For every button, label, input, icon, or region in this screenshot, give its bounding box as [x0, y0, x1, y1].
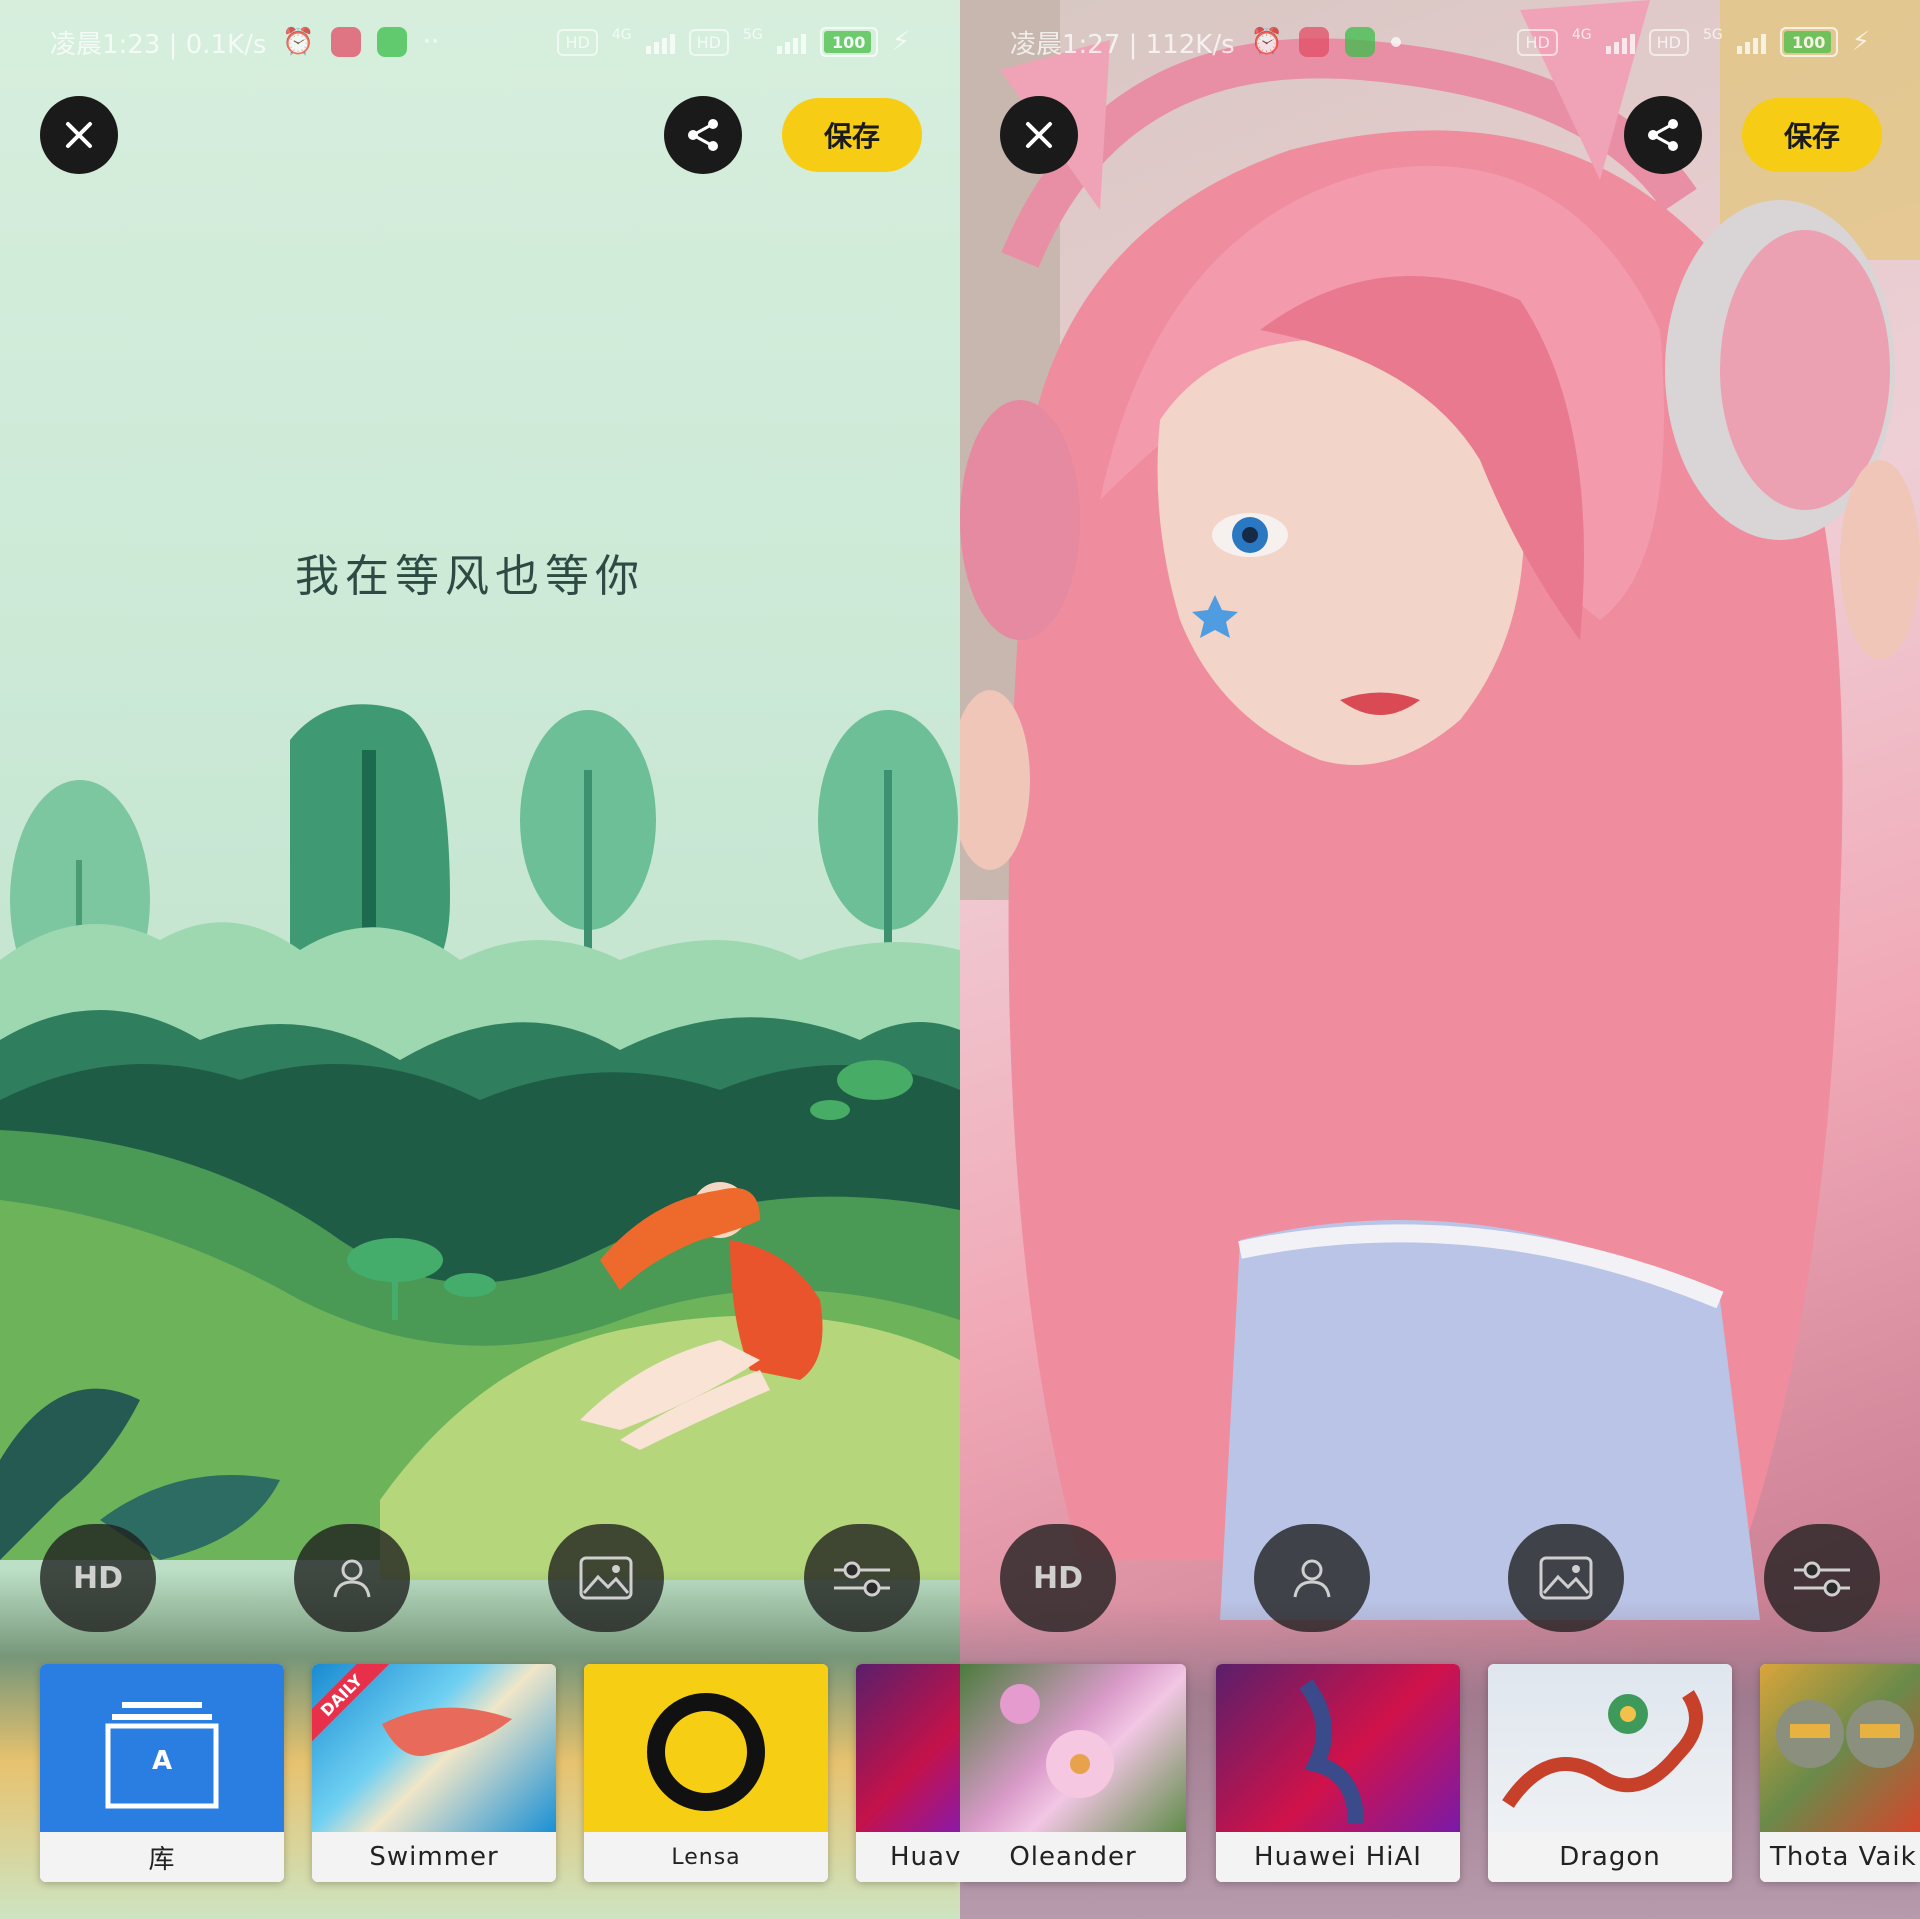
hd-network-icon: HD — [557, 28, 598, 56]
status-time: 凌晨1:27 | 112K/s — [1010, 29, 1235, 60]
charging-icon: ⚡ — [1851, 27, 1870, 57]
hd-network-icon-2: HD — [688, 28, 729, 56]
style-card-huawei-hiai[interactable]: Huawei HiAI — [1216, 1664, 1460, 1882]
style-card-thota-vaikuntam[interactable]: Thota Vaik — [1760, 1664, 1920, 1882]
share-icon — [688, 119, 718, 151]
app-notification-icon — [1299, 27, 1330, 57]
style-card-huawei-partial[interactable]: Huav — [856, 1664, 960, 1882]
thota-thumbnail — [1760, 1664, 1920, 1832]
gallery-button[interactable] — [548, 1524, 664, 1632]
adjust-button[interactable] — [804, 1524, 920, 1632]
status-left: 凌晨1:23 | 0.1K/s ⏰ ·· — [50, 24, 439, 61]
battery-icon: 100 — [1779, 27, 1838, 57]
card-label: Huav — [856, 1832, 960, 1882]
sliders-icon — [834, 1561, 890, 1597]
hd-network-icon-2: HD — [1648, 28, 1689, 56]
battery-level: 100 — [1792, 32, 1826, 52]
style-card-library[interactable]: A 库 — [40, 1664, 284, 1882]
network-generation-5g: 5G — [1702, 27, 1723, 43]
network-generation-4g: 4G — [1571, 27, 1592, 43]
right-screen: 凌晨1:27 | 112K/s ⏰ HD 4G HD 5G 100 ⚡ 保存 H… — [960, 0, 1920, 1919]
lensa-thumbnail — [584, 1664, 828, 1832]
card-label: Lensa — [584, 1832, 828, 1882]
huawei-thumbnail — [856, 1664, 960, 1832]
swimmer-thumbnail: DAILY — [312, 1664, 556, 1832]
share-button[interactable] — [664, 96, 742, 174]
alarm-icon: ⏰ — [282, 27, 315, 57]
charging-icon: ⚡ — [891, 27, 910, 57]
close-icon — [1026, 122, 1052, 148]
hd-button[interactable]: HD — [1000, 1524, 1116, 1632]
left-screen: 凌晨1:23 | 0.1K/s ⏰ ·· HD 4G HD 5G 100 ⚡ 保… — [0, 0, 960, 1919]
hd-network-icon: HD — [1517, 28, 1558, 56]
battery-icon: 100 — [819, 27, 878, 57]
status-right: HD 4G HD 5G 100 ⚡ — [557, 27, 910, 57]
card-label: Thota Vaik — [1760, 1832, 1920, 1882]
download-notification-icon — [376, 27, 407, 57]
huawei-hiai-thumbnail — [1216, 1664, 1460, 1832]
style-card-oleander[interactable]: Oleander — [960, 1664, 1186, 1882]
hd-button[interactable]: HD — [40, 1524, 156, 1632]
status-right: HD 4G HD 5G 100 ⚡ — [1517, 27, 1870, 57]
card-label: Huawei HiAI — [1216, 1832, 1460, 1882]
image-icon — [579, 1556, 633, 1600]
save-button[interactable]: 保存 — [1742, 98, 1882, 172]
image-icon — [1539, 1556, 1593, 1600]
adjust-button[interactable] — [1764, 1524, 1880, 1632]
tool-row: HD — [1000, 1524, 1880, 1632]
dragon-thumbnail — [1488, 1664, 1732, 1832]
battery-level: 100 — [832, 32, 866, 52]
wallpaper-quote: 我在等风也等你 — [295, 551, 645, 602]
notification-dot-icon — [1391, 37, 1402, 47]
save-button[interactable]: 保存 — [782, 98, 922, 172]
card-label: Oleander — [960, 1832, 1186, 1882]
close-button[interactable] — [40, 96, 118, 174]
close-button[interactable] — [1000, 96, 1078, 174]
signal-icon-2 — [776, 30, 806, 54]
sliders-icon — [1794, 1561, 1850, 1597]
style-card-dragon[interactable]: Dragon — [1488, 1664, 1732, 1882]
card-label: 库 — [40, 1832, 284, 1882]
signal-icon — [645, 30, 675, 54]
more-notifications-icon: ·· — [422, 27, 440, 57]
tool-row: HD — [40, 1524, 920, 1632]
status-bar: 凌晨1:23 | 0.1K/s ⏰ ·· HD 4G HD 5G 100 ⚡ — [50, 16, 910, 68]
app-notification-icon — [330, 27, 361, 57]
style-card-lensa[interactable]: Lensa — [584, 1664, 828, 1882]
alarm-icon: ⏰ — [1250, 27, 1284, 57]
lensa-ring-icon — [647, 1693, 765, 1811]
status-bar: 凌晨1:27 | 112K/s ⏰ HD 4G HD 5G 100 ⚡ — [1010, 16, 1870, 68]
portrait-button[interactable] — [294, 1524, 410, 1632]
card-label: Dragon — [1488, 1832, 1732, 1882]
share-button[interactable] — [1624, 96, 1702, 174]
style-card-swimmer[interactable]: DAILY Swimmer — [312, 1664, 556, 1882]
signal-icon-2 — [1736, 30, 1766, 54]
download-notification-icon — [1345, 27, 1376, 57]
signal-icon — [1605, 30, 1635, 54]
close-icon — [66, 122, 92, 148]
share-icon — [1648, 119, 1678, 151]
network-generation-5g: 5G — [742, 27, 763, 43]
library-thumbnail: A — [40, 1664, 284, 1832]
network-generation-4g: 4G — [611, 27, 632, 43]
user-icon — [333, 1559, 371, 1598]
status-left: 凌晨1:27 | 112K/s ⏰ — [1010, 24, 1402, 61]
library-thumbnail-letter: A — [151, 1746, 173, 1776]
portrait-button[interactable] — [1254, 1524, 1370, 1632]
status-time: 凌晨1:23 | 0.1K/s — [50, 29, 267, 60]
user-icon — [1293, 1559, 1331, 1598]
gallery-button[interactable] — [1508, 1524, 1624, 1632]
card-label: Swimmer — [312, 1832, 556, 1882]
oleander-thumbnail — [960, 1664, 1186, 1832]
